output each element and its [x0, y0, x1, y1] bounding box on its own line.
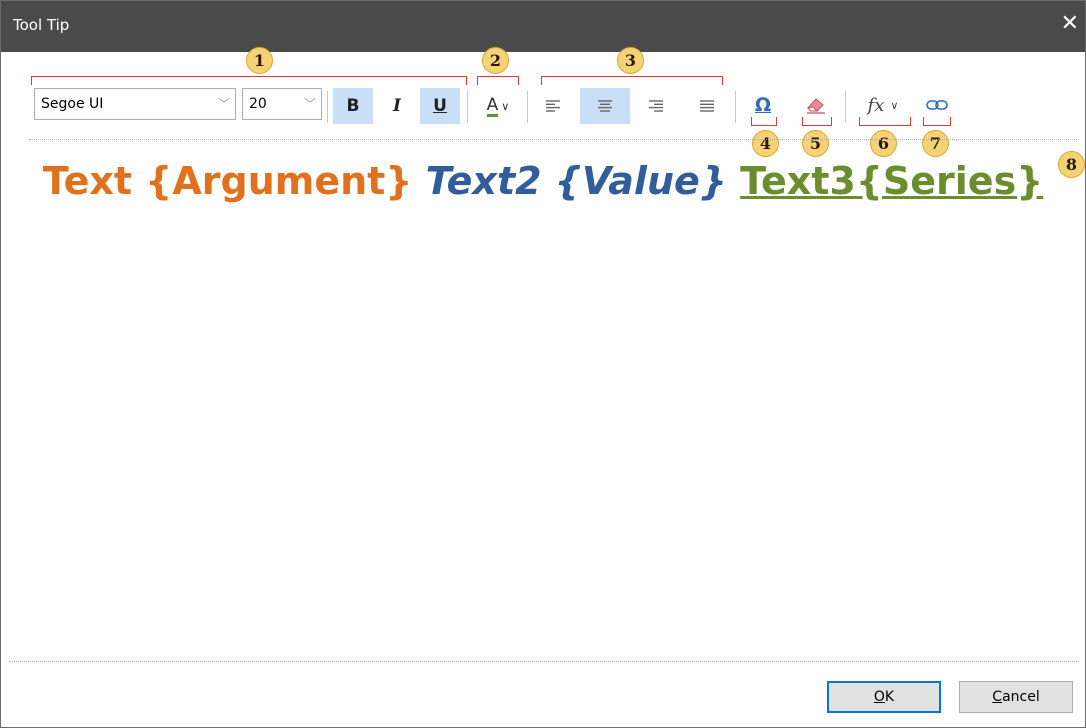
font-name-value: Segoe UI — [41, 96, 104, 112]
callout-badge-7: 7 — [922, 130, 949, 157]
align-center-icon — [598, 100, 612, 112]
close-icon[interactable]: ✕ — [1061, 13, 1079, 35]
callout-badge-4: 4 — [752, 130, 779, 157]
fx-icon: fx — [867, 94, 885, 116]
callout-badge-1: 1 — [246, 47, 273, 74]
font-color-button[interactable]: A ∨ — [475, 88, 521, 124]
font-name-select[interactable]: Segoe UI ﹀ — [34, 88, 236, 120]
align-left-button[interactable] — [535, 88, 571, 124]
callout-badge-6: 6 — [870, 130, 897, 157]
ok-button[interactable]: OK — [827, 681, 941, 713]
align-justify-button[interactable] — [689, 88, 725, 124]
align-right-button[interactable] — [638, 88, 674, 124]
callout-bracket-7 — [923, 117, 951, 126]
toolbar-separator — [467, 91, 468, 123]
value-text: Text2 {Value} — [425, 159, 727, 203]
chevron-down-icon: ∨ — [890, 98, 899, 112]
ok-label-rest: K — [884, 689, 895, 705]
cancel-accelerator: C — [992, 689, 1003, 705]
italic-button[interactable]: I — [377, 88, 417, 124]
callout-bracket-1 — [31, 76, 467, 85]
ok-accelerator: O — [873, 689, 885, 705]
callout-bracket-2 — [477, 76, 519, 85]
title-bar: Tool Tip ✕ — [1, 1, 1085, 52]
series-text: Text3{Series} — [740, 159, 1044, 203]
callout-bracket-6 — [859, 117, 911, 126]
align-center-button[interactable] — [580, 88, 630, 124]
italic-label: I — [393, 96, 401, 116]
toolbar-separator — [527, 91, 528, 123]
eraser-icon — [806, 98, 825, 114]
underline-button[interactable]: U — [420, 88, 460, 124]
toolbar-separator — [845, 91, 846, 123]
window-title: Tool Tip — [13, 16, 70, 34]
tooltip-dialog: Tool Tip ✕ 1 2 3 Segoe UI ﹀ 20 ﹀ B I U A… — [0, 0, 1086, 728]
callout-bracket-3 — [541, 76, 723, 85]
cancel-button[interactable]: Cancel — [959, 681, 1073, 713]
toolbar-separator — [735, 91, 736, 123]
callout-bracket-4 — [751, 117, 777, 126]
callout-badge-3: 3 — [617, 47, 644, 74]
link-icon — [926, 100, 948, 110]
footer-divider — [9, 661, 1079, 662]
callout-badge-2: 2 — [482, 47, 509, 74]
argument-text: Text {Argument} — [42, 159, 413, 203]
toolbar-divider — [29, 139, 1079, 140]
align-justify-icon — [700, 100, 714, 112]
toolbar-separator — [327, 91, 328, 123]
align-left-icon — [546, 100, 560, 112]
font-size-value: 20 — [249, 96, 267, 112]
bold-label: B — [346, 96, 360, 116]
tooltip-text-editor[interactable]: Text {Argument} Text2 {Value} Text3{Seri… — [1, 159, 1085, 203]
cancel-label-rest: ancel — [1002, 689, 1040, 705]
underline-label: U — [433, 96, 447, 116]
omega-icon: Ω — [754, 94, 772, 116]
chevron-down-icon: ∨ — [501, 99, 510, 113]
bold-button[interactable]: B — [333, 88, 373, 124]
callout-badge-5: 5 — [802, 130, 829, 157]
chevron-down-icon: ﹀ — [217, 97, 230, 111]
chevron-down-icon: ﹀ — [303, 97, 316, 111]
callout-bracket-5 — [802, 117, 832, 126]
font-size-select[interactable]: 20 ﹀ — [242, 88, 322, 120]
align-right-icon — [649, 100, 663, 112]
font-color-label: A — [486, 94, 499, 117]
